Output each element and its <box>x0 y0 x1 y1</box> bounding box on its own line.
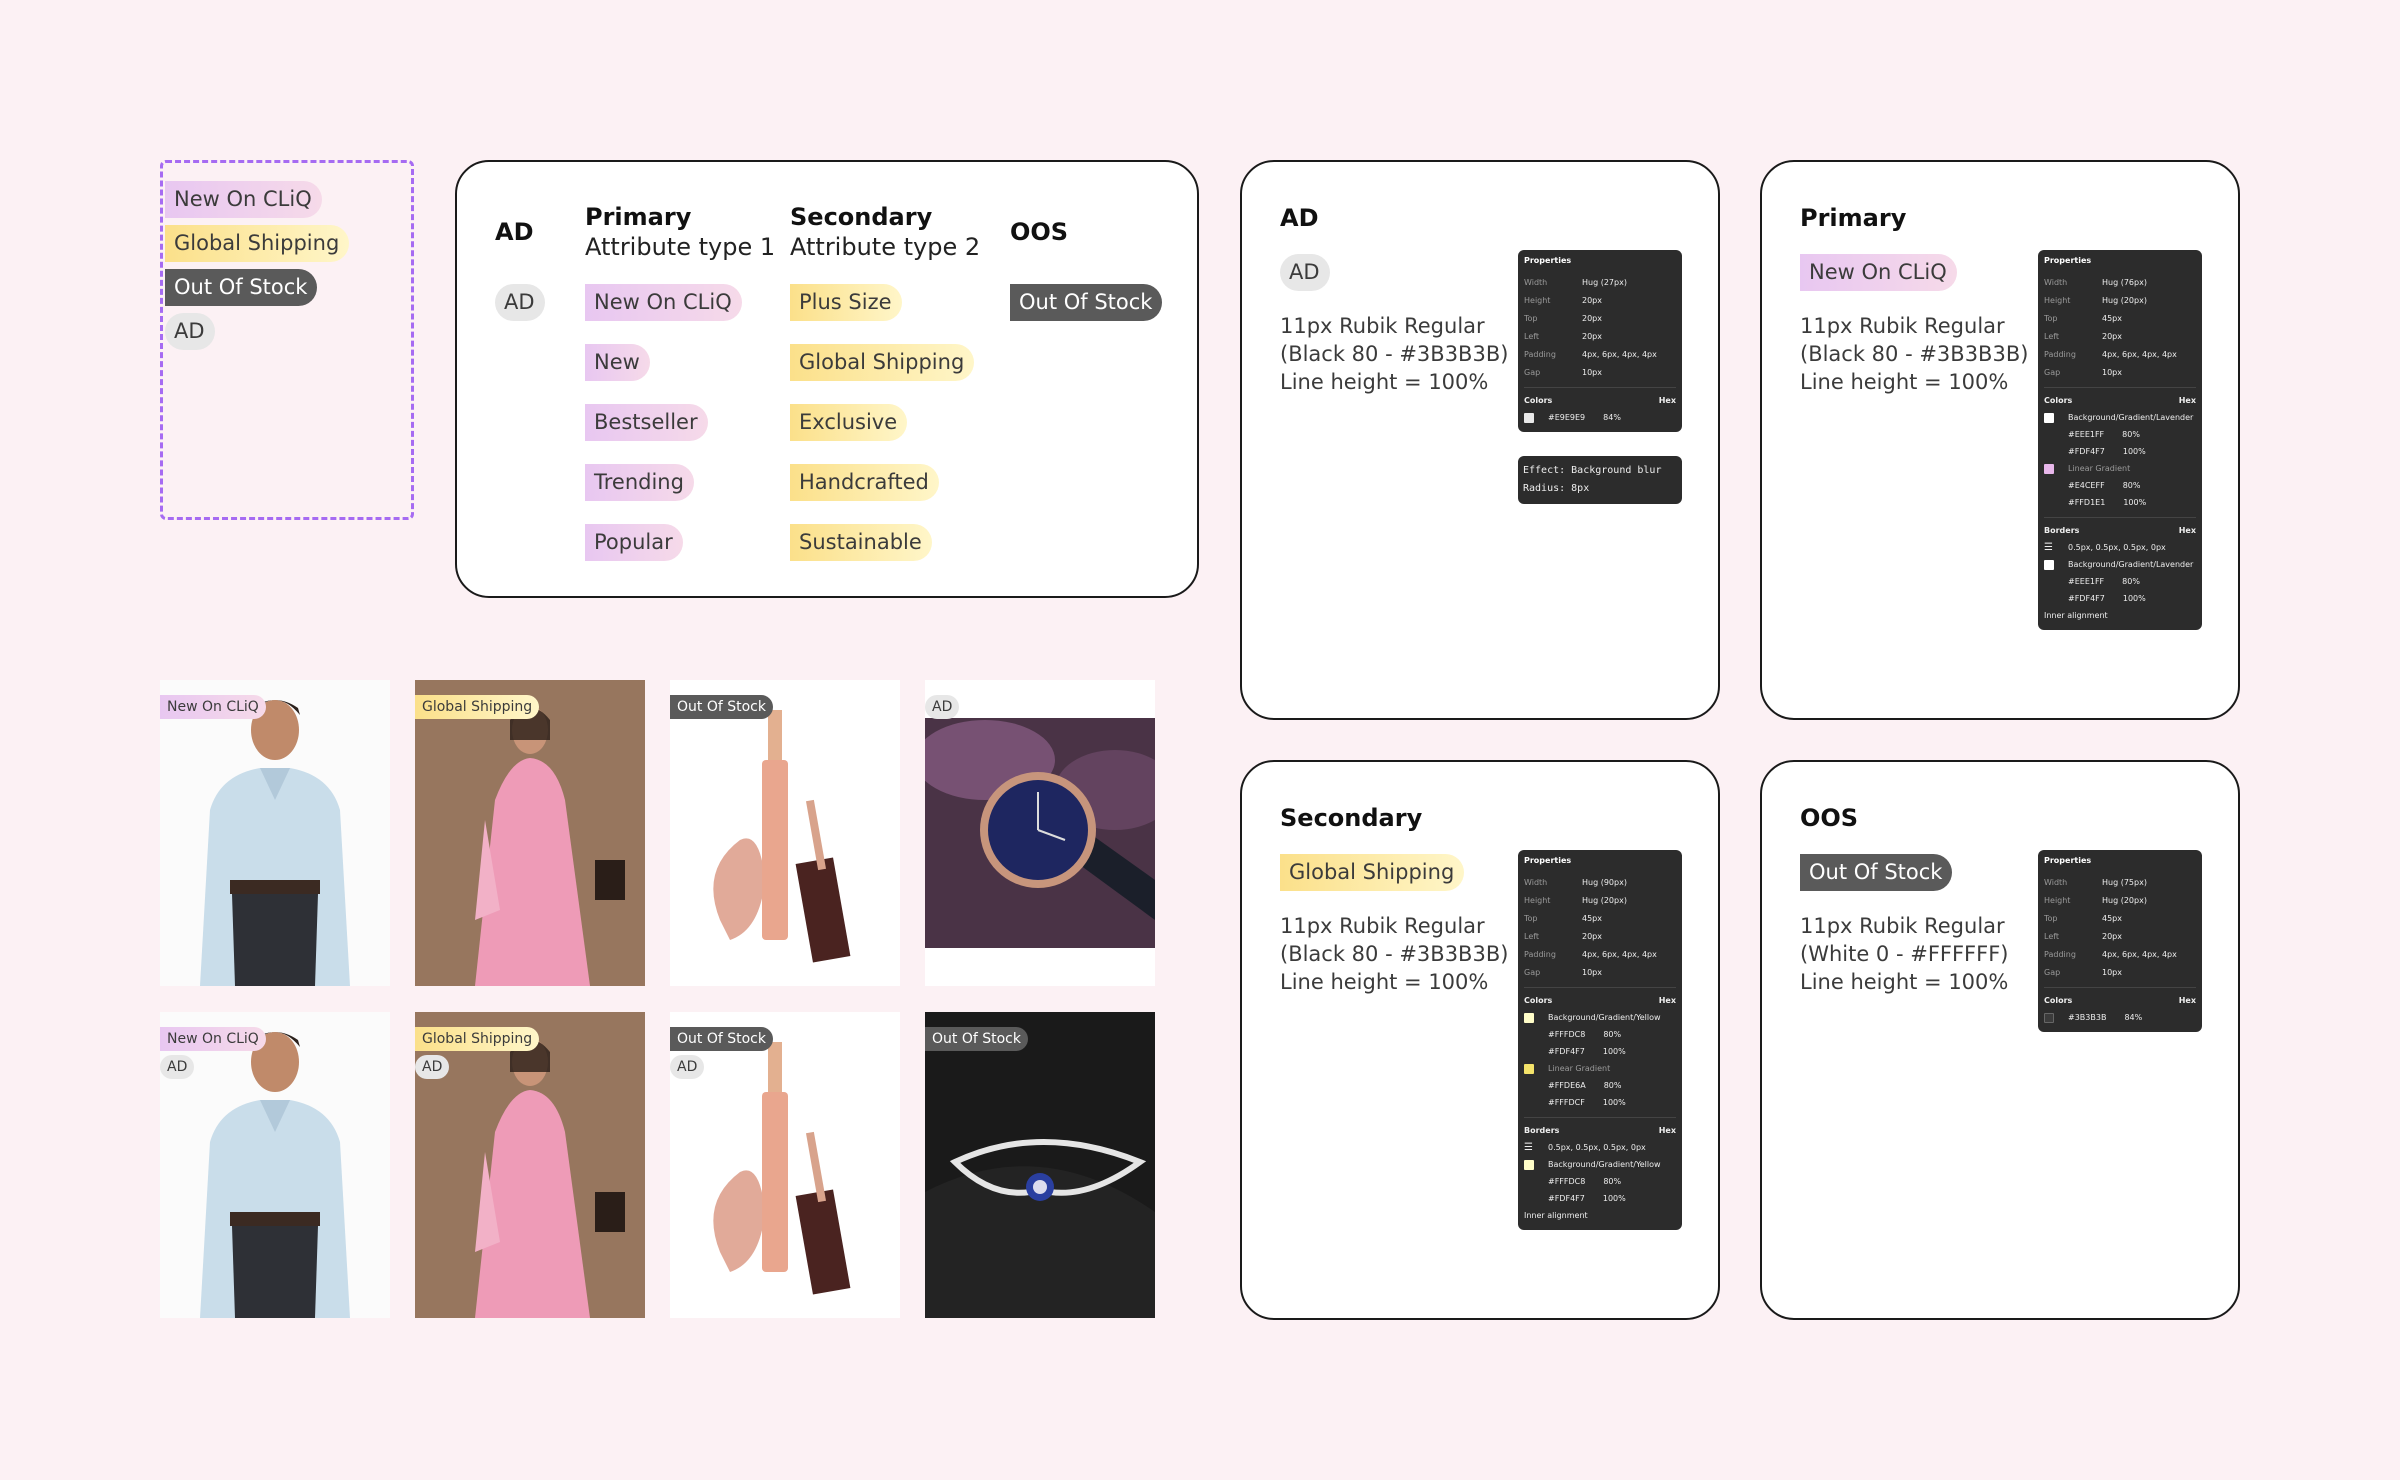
lip-gloss-image <box>670 1012 900 1318</box>
effect-panel: Effect: Background blur Radius: 8px <box>1518 456 1682 504</box>
spec-title: AD <box>1280 204 1319 232</box>
tile-label-ad: AD <box>160 1055 195 1079</box>
tile-label-primary: New On CLiQ <box>160 695 266 719</box>
overview-tag-secondary: Exclusive <box>790 404 908 441</box>
product-tile[interactable]: New On CLiQ AD <box>160 1012 390 1318</box>
product-tile[interactable]: Out Of Stock <box>925 1012 1155 1318</box>
column-oos: OOS Out Of Stock <box>1010 202 1163 321</box>
panel-title: Properties <box>1524 256 1572 265</box>
variant-tag-primary: New On CLiQ <box>165 181 322 218</box>
overview-tag-primary: Popular <box>585 524 683 561</box>
column-ad: AD AD <box>495 202 545 321</box>
overview-tag-secondary: Handcrafted <box>790 464 939 501</box>
spec-tag-oos: Out Of Stock <box>1800 854 1953 891</box>
column-ad-heading: AD <box>495 218 534 246</box>
man-shirt-image <box>160 680 390 986</box>
spec-card-primary: Primary New On CLiQ 11px Rubik Regular (… <box>1760 160 2240 720</box>
tile-label-ad: AD <box>415 1055 450 1079</box>
product-tile[interactable]: Global Shipping <box>415 680 645 986</box>
bracelet-image <box>925 1012 1155 1318</box>
column-primary-subheading: Attribute type 1 <box>585 233 776 261</box>
tile-label-oos: Out Of Stock <box>670 1027 773 1051</box>
spec-desc-line: Line height = 100% <box>1280 370 1489 394</box>
overview-tag-primary: New <box>585 344 650 381</box>
column-secondary: Secondary Attribute type 2 Plus Size Glo… <box>790 202 981 561</box>
column-secondary-subheading: Attribute type 2 <box>790 233 981 261</box>
woman-dress-image <box>415 680 645 986</box>
wrist-watch-image <box>925 680 1155 986</box>
tile-label-oos: Out Of Stock <box>670 695 773 719</box>
tile-label-ad: AD <box>670 1055 705 1079</box>
variant-tag-secondary: Global Shipping <box>165 225 350 262</box>
properties-panel: Properties Width Hug (76px) Height Hug (20… <box>2038 250 2202 630</box>
product-tile[interactable]: Out Of Stock <box>670 680 900 986</box>
product-tile[interactable]: AD <box>925 680 1155 986</box>
variant-tag-oos: Out Of Stock <box>165 269 318 306</box>
spec-tag-primary: New On CLiQ <box>1800 254 1957 291</box>
lip-gloss-image <box>670 680 900 986</box>
overview-tag-secondary: Plus Size <box>790 284 902 321</box>
column-secondary-heading: Secondary <box>790 203 933 231</box>
spec-description: 11px Rubik Regular (Black 80 - #3B3B3B) … <box>1800 314 2029 394</box>
tile-label-primary: New On CLiQ <box>160 1027 266 1051</box>
spec-title: Primary <box>1800 204 1907 232</box>
man-shirt-image <box>160 1012 390 1318</box>
overview-tag-ad: AD <box>495 284 545 321</box>
tile-label-oos: Out Of Stock <box>925 1027 1028 1051</box>
product-tile[interactable]: Out Of Stock AD <box>670 1012 900 1318</box>
woman-dress-image <box>415 1012 645 1318</box>
overview-tag-secondary: Sustainable <box>790 524 932 561</box>
properties-panel: Properties Width Hug (27px) Height 20px To… <box>1518 250 1682 432</box>
overview-tag-oos: Out Of Stock <box>1010 284 1163 321</box>
spec-description: 11px Rubik Regular (White 0 - #FFFFFF) L… <box>1800 914 2009 994</box>
spec-title: Secondary <box>1280 804 1423 832</box>
spec-card-secondary: Secondary Global Shipping 11px Rubik Reg… <box>1240 760 1720 1320</box>
spec-description: 11px Rubik Regular (Black 80 - #3B3B3B) … <box>1280 914 1509 994</box>
tag-overview-card: AD AD Primary Attribute type 1 New On CL… <box>455 160 1199 598</box>
overview-tag-primary: New On CLiQ <box>585 284 742 321</box>
product-tile[interactable]: New On CLiQ <box>160 680 390 986</box>
spec-description: 11px Rubik Regular (Black 80 - #3B3B3B) … <box>1280 312 1520 396</box>
spec-tag-secondary: Global Shipping <box>1280 854 1465 891</box>
spec-tag-ad: AD <box>1280 254 1330 291</box>
spec-desc-line: (Black 80 - #3B3B3B) <box>1280 342 1509 366</box>
overview-tag-primary: Bestseller <box>585 404 708 441</box>
tag-variants-frame: New On CLiQ Global Shipping Out Of Stock… <box>160 160 414 520</box>
color-swatch <box>1524 412 1534 423</box>
tile-label-secondary: Global Shipping <box>415 1027 540 1051</box>
product-tile[interactable]: Global Shipping AD <box>415 1012 645 1318</box>
variant-tag-ad: AD <box>165 313 215 350</box>
tile-label-ad: AD <box>925 695 960 719</box>
properties-panel: Properties Width Hug (75px) Height Hug (20… <box>2038 850 2202 1032</box>
column-oos-heading: OOS <box>1010 218 1069 246</box>
column-primary: Primary Attribute type 1 New On CLiQ New… <box>585 202 776 561</box>
properties-panel: Properties Width Hug (90px) Height Hug (20… <box>1518 850 1682 1230</box>
column-primary-heading: Primary <box>585 203 692 231</box>
tile-label-secondary: Global Shipping <box>415 695 540 719</box>
overview-tag-secondary: Global Shipping <box>790 344 975 381</box>
spec-card-ad: AD AD 11px Rubik Regular (Black 80 - #3B… <box>1240 160 1720 720</box>
spec-title: OOS <box>1800 804 1859 832</box>
overview-tag-primary: Trending <box>585 464 694 501</box>
spec-card-oos: OOS Out Of Stock 11px Rubik Regular (Whi… <box>1760 760 2240 1320</box>
spec-desc-line: 11px Rubik Regular <box>1280 314 1485 338</box>
